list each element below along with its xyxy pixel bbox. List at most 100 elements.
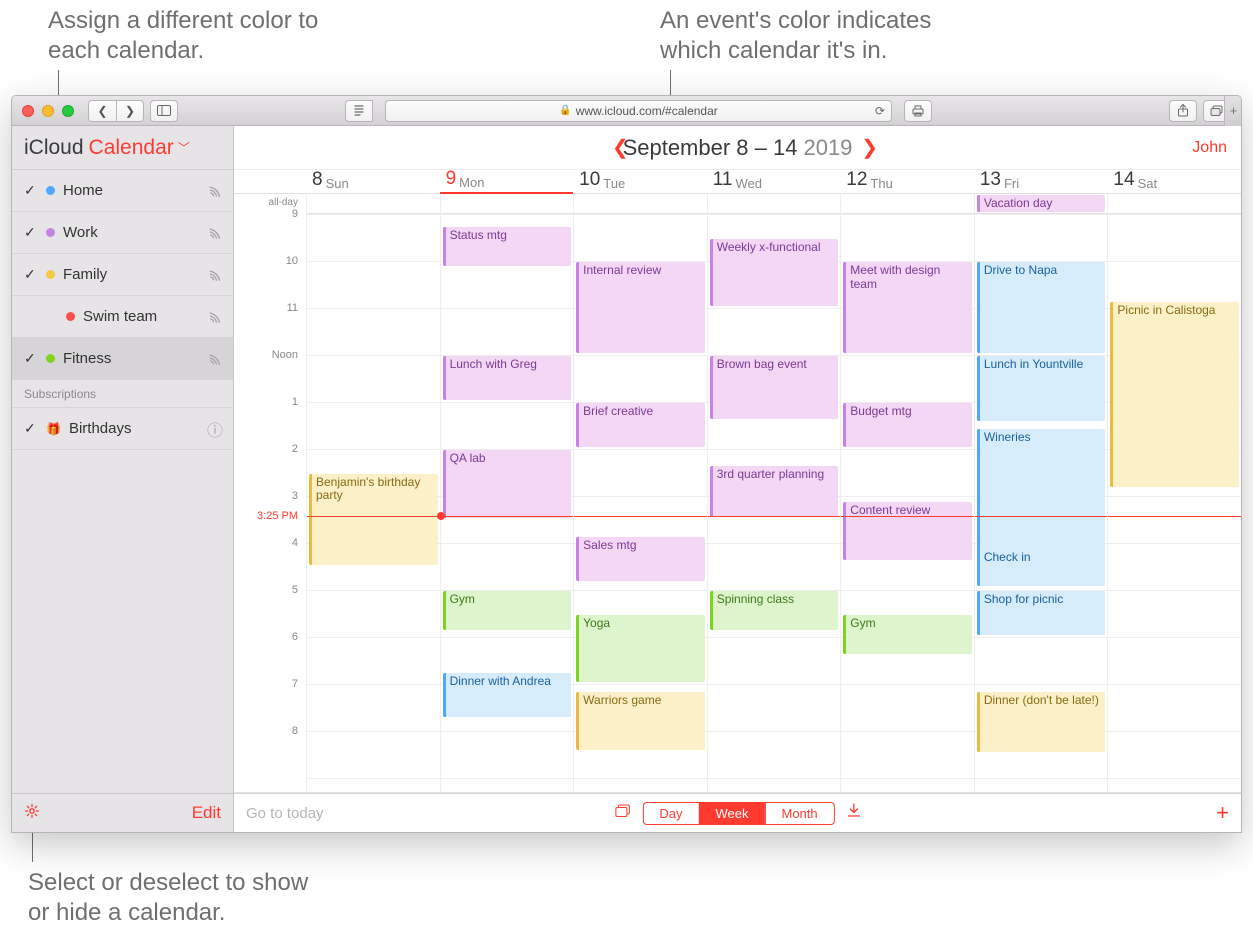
event[interactable]: Wineries xyxy=(977,429,1106,553)
day-column[interactable]: Internal review Brief creative Sales mtg Yo… xyxy=(573,214,707,792)
allday-cell[interactable]: Vacation day xyxy=(974,194,1108,214)
check-icon[interactable]: ✓ xyxy=(24,420,38,437)
hour-label: 1 xyxy=(292,396,298,408)
color-dot xyxy=(46,270,55,279)
shared-icon[interactable] xyxy=(204,179,227,202)
now-line xyxy=(441,516,574,517)
calendar-list: ✓Home✓Work✓FamilySwim team✓FitnessSubscr… xyxy=(12,170,233,793)
seg-week[interactable]: Week xyxy=(698,803,764,824)
allday-cell[interactable] xyxy=(707,194,841,214)
event[interactable]: Content review xyxy=(843,502,972,560)
event[interactable]: Status mtg xyxy=(443,227,572,266)
new-tab-button[interactable]: + xyxy=(1224,95,1242,126)
event[interactable]: Weekly x-functional xyxy=(710,239,839,307)
add-event-button[interactable]: + xyxy=(1216,800,1229,826)
minimize-icon[interactable] xyxy=(42,105,54,117)
download-icon[interactable] xyxy=(847,803,861,823)
calendar-row[interactable]: ✓Work xyxy=(12,212,233,254)
day-header[interactable]: 11 Wed xyxy=(707,170,841,194)
allday-cell[interactable] xyxy=(440,194,574,214)
day-header[interactable]: 12 Thu xyxy=(840,170,974,194)
check-icon[interactable]: ✓ xyxy=(24,224,38,241)
check-icon[interactable]: ✓ xyxy=(24,350,38,367)
check-icon[interactable]: ✓ xyxy=(24,266,38,283)
brand-icloud: iCloud xyxy=(24,136,84,160)
hour-label: 8 xyxy=(292,725,298,737)
event[interactable]: Shop for picnic xyxy=(977,591,1106,635)
next-week-button[interactable]: ❯ xyxy=(853,126,886,169)
check-icon[interactable]: ✓ xyxy=(24,182,38,199)
seg-day[interactable]: Day xyxy=(643,803,698,824)
allday-cell[interactable] xyxy=(840,194,974,214)
event[interactable]: Drive to Napa xyxy=(977,262,1106,353)
go-to-today[interactable]: Go to today xyxy=(246,805,324,822)
gear-icon[interactable] xyxy=(24,803,40,824)
event[interactable]: Lunch in Yountville xyxy=(977,356,1106,421)
event[interactable]: Dinner (don't be late!) xyxy=(977,692,1106,752)
app-title[interactable]: iCloud Calendar ﹀ xyxy=(12,126,233,170)
shared-icon[interactable] xyxy=(204,263,227,286)
multi-window-icon[interactable] xyxy=(614,804,630,823)
prev-week-button[interactable]: ❮ xyxy=(604,126,637,169)
hour-label: 10 xyxy=(286,255,298,267)
day-header[interactable]: 8 Sun xyxy=(306,170,440,194)
event[interactable]: Budget mtg xyxy=(843,403,972,447)
subscription-row[interactable]: ✓🎁Birthdaysⓘ xyxy=(12,408,233,450)
maximize-icon[interactable] xyxy=(62,105,74,117)
close-icon[interactable] xyxy=(22,105,34,117)
day-column[interactable]: Weekly x-functional Brown bag event 3rd qu… xyxy=(707,214,841,792)
url-bar[interactable]: 🔒 www.icloud.com/#calendar ⟳ xyxy=(385,100,892,122)
event[interactable]: Gym xyxy=(443,591,572,630)
user-name[interactable]: John xyxy=(1192,139,1227,157)
reload-icon[interactable]: ⟳ xyxy=(875,104,885,118)
event[interactable]: Yoga xyxy=(576,615,705,683)
shared-icon[interactable] xyxy=(204,305,227,328)
back-button[interactable]: ❮ xyxy=(88,100,116,122)
allday-cell[interactable] xyxy=(573,194,707,214)
day-column[interactable]: Picnic in Calistoga xyxy=(1107,214,1241,792)
edit-button[interactable]: Edit xyxy=(192,803,221,823)
print-button[interactable] xyxy=(904,100,932,122)
day-header[interactable]: 10 Tue xyxy=(573,170,707,194)
event[interactable]: Brown bag event xyxy=(710,356,839,419)
event[interactable]: Internal review xyxy=(576,262,705,353)
calendar-name: Home xyxy=(63,182,103,199)
day-column[interactable]: Status mtg Lunch with Greg QA lab Gym Dinner… xyxy=(440,214,574,792)
calendar-row[interactable]: ✓Family xyxy=(12,254,233,296)
allday-cell[interactable] xyxy=(306,194,440,214)
share-button[interactable] xyxy=(1169,100,1197,122)
reader-button[interactable] xyxy=(345,100,373,122)
event[interactable]: Gym xyxy=(843,615,972,654)
event[interactable]: QA lab xyxy=(443,450,572,518)
chevron-down-icon: ﹀ xyxy=(178,139,190,156)
shared-icon[interactable] xyxy=(204,221,227,244)
event[interactable]: Warriors game xyxy=(576,692,705,750)
event[interactable]: Benjamin's birthday party xyxy=(309,474,438,565)
event[interactable]: Spinning class xyxy=(710,591,839,630)
event[interactable]: Check in xyxy=(977,549,1106,586)
day-header[interactable]: 9 Mon xyxy=(440,170,574,194)
info-icon[interactable]: ⓘ xyxy=(207,417,223,441)
shared-icon[interactable] xyxy=(204,347,227,370)
event[interactable]: Lunch with Greg xyxy=(443,356,572,400)
calendar-row[interactable]: Swim team xyxy=(12,296,233,338)
day-column[interactable]: Drive to NapaLunch in Yountville Wineries… xyxy=(974,214,1108,792)
event[interactable]: 3rd quarter planning xyxy=(710,466,839,517)
sidebar-button[interactable] xyxy=(150,100,178,122)
calendar-row[interactable]: ✓Fitness xyxy=(12,338,233,380)
event[interactable]: Picnic in Calistoga xyxy=(1110,302,1239,487)
day-column[interactable]: Meet with design team Budget mtg Content r… xyxy=(840,214,974,792)
event[interactable]: Brief creative xyxy=(576,403,705,447)
hour-label: 4 xyxy=(292,537,298,549)
allday-cell[interactable] xyxy=(1107,194,1241,214)
seg-month[interactable]: Month xyxy=(764,803,833,824)
event[interactable]: Dinner with Andrea xyxy=(443,673,572,717)
forward-button[interactable]: ❯ xyxy=(116,100,144,122)
allday-event[interactable]: Vacation day xyxy=(977,195,1106,212)
day-header[interactable]: 14 Sat xyxy=(1107,170,1241,194)
day-header[interactable]: 13 Fri xyxy=(974,170,1108,194)
event[interactable]: Sales mtg xyxy=(576,537,705,581)
event[interactable]: Meet with design team xyxy=(843,262,972,353)
calendar-row[interactable]: ✓ Home xyxy=(12,170,233,212)
day-column[interactable]: Benjamin's birthday party xyxy=(306,214,440,792)
